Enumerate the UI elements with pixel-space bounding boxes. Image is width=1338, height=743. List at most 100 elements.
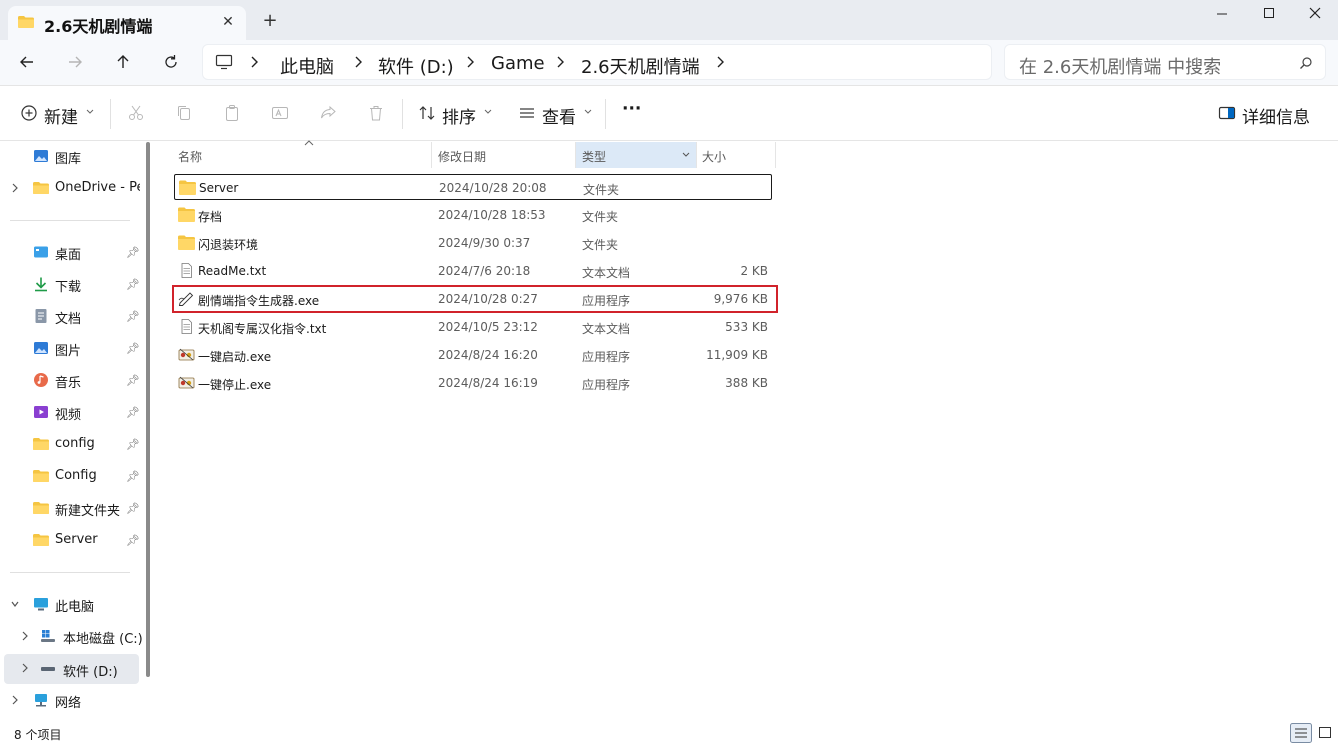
chevron-right-icon[interactable] (465, 53, 477, 71)
column-header-type[interactable]: 类型 (576, 142, 696, 168)
pin-icon: 📌︎ (126, 470, 140, 483)
new-button[interactable]: 新建 (14, 87, 98, 141)
search-box[interactable]: 在 2.6天机剧情端 中搜索 (1004, 44, 1326, 80)
chevron-down-icon[interactable] (10, 598, 20, 610)
sidebar-item-documents[interactable]: 文档 📌︎ (0, 302, 140, 330)
file-type: 文本文档 (582, 322, 631, 336)
search-icon[interactable] (1299, 56, 1313, 70)
toolbar-divider (605, 99, 606, 129)
close-window-icon[interactable] (1303, 4, 1327, 24)
sidebar-divider (10, 572, 130, 573)
sidebar-item-drive-c[interactable]: 本地磁盘 (C:) (0, 622, 143, 650)
back-arrow-icon[interactable] (13, 48, 41, 76)
sidebar-item-videos[interactable]: 视频 📌︎ (0, 398, 140, 426)
app-pen-icon (178, 292, 194, 306)
address-bar[interactable]: 此电脑 软件 (D:) Game 2.6天机剧情端 (202, 44, 992, 80)
chevron-down-icon[interactable] (682, 152, 690, 158)
chevron-right-icon[interactable] (249, 53, 261, 71)
sidebar-item-pictures[interactable]: 图片 📌︎ (0, 334, 140, 362)
sort-button[interactable]: 排序 (414, 87, 498, 141)
rename-icon[interactable] (271, 104, 289, 122)
table-row[interactable]: 存档 2024/10/28 18:53 文件夹 (174, 202, 772, 228)
chevron-right-icon[interactable] (10, 182, 20, 194)
close-tab-icon[interactable]: ✕ (218, 12, 238, 32)
minimize-icon[interactable] (1210, 4, 1234, 24)
chevron-right-icon[interactable] (715, 53, 727, 71)
sidebar-scrollbar[interactable] (146, 142, 150, 677)
chevron-right-icon[interactable] (10, 694, 20, 706)
breadcrumb-current-folder[interactable]: 2.6天机剧情端 (581, 53, 700, 79)
sidebar-item-config[interactable]: config 📌︎ (0, 430, 140, 458)
status-bar: 8 个项目 (0, 722, 1338, 743)
sidebar-item-music[interactable]: 音乐 📌︎ (0, 366, 140, 394)
copy-icon[interactable] (175, 104, 193, 122)
sidebar-item-network[interactable]: 网络 (0, 686, 140, 714)
download-icon (35, 277, 47, 292)
table-row[interactable]: 闪退装环境 2024/9/30 0:37 文件夹 (174, 230, 772, 256)
forward-arrow-icon[interactable] (61, 48, 89, 76)
file-date: 2024/10/28 18:53 (438, 208, 546, 222)
sidebar-item-drive-d[interactable]: 软件 (D:) (4, 654, 139, 684)
table-row[interactable]: ReadMe.txt 2024/7/6 20:18 文本文档 2 KB (174, 258, 772, 284)
file-date: 2024/8/24 16:20 (438, 348, 538, 362)
column-divider[interactable] (431, 142, 432, 168)
tab-current-folder[interactable]: 2.6天机剧情端 ✕ (8, 6, 246, 40)
item-count: 8 个项目 (14, 728, 62, 742)
more-options-button[interactable]: ··· (622, 99, 641, 119)
refresh-icon[interactable] (157, 48, 185, 76)
table-row[interactable]: 一键停止.exe 2024/8/24 16:19 应用程序 388 KB (174, 370, 772, 396)
new-tab-button[interactable]: + (260, 12, 280, 32)
sidebar-divider (10, 220, 130, 221)
column-divider[interactable] (775, 142, 776, 168)
paste-icon[interactable] (223, 104, 241, 122)
sidebar-item-gallery[interactable]: 图库 (0, 142, 140, 170)
sidebar-item-new-folder[interactable]: 新建文件夹 ( 📌︎ (0, 494, 140, 522)
view-button[interactable]: 查看 (514, 87, 598, 141)
sidebar-item-label: 网络 (55, 696, 82, 711)
folder-icon (179, 180, 196, 195)
breadcrumb-drive-d[interactable]: 软件 (D:) (378, 53, 454, 79)
details-pane-button[interactable]: 详细信息 (1216, 87, 1326, 141)
breadcrumb-game[interactable]: Game (491, 53, 545, 74)
sidebar-item-label: Config (55, 468, 97, 483)
table-row[interactable]: 一键启动.exe 2024/8/24 16:20 应用程序 11,909 KB (174, 342, 772, 368)
sidebar-item-this-pc[interactable]: 此电脑 (0, 590, 140, 618)
search-input[interactable]: 在 2.6天机剧情端 中搜索 (1019, 53, 1221, 79)
details-view-icon[interactable] (1290, 723, 1312, 743)
sidebar-item-onedrive[interactable]: OneDrive - Per (0, 174, 140, 202)
toolbar-divider (110, 99, 111, 129)
share-icon[interactable] (319, 104, 337, 122)
chevron-right-icon[interactable] (20, 630, 30, 642)
chevron-right-icon[interactable] (20, 662, 30, 674)
folder-icon (18, 16, 34, 28)
breadcrumb-this-pc[interactable]: 此电脑 (280, 53, 334, 79)
column-header-name[interactable]: 名称 (178, 142, 428, 168)
delete-icon[interactable] (367, 104, 385, 122)
details-label: 详细信息 (1242, 108, 1310, 128)
desktop-icon (34, 246, 48, 258)
table-row[interactable]: 天机阁专属汉化指令.txt 2024/10/5 23:12 文本文档 533 K… (174, 314, 772, 340)
chevron-right-icon[interactable] (555, 53, 567, 71)
sidebar-item-label: 软件 (D:) (63, 665, 118, 680)
maximize-icon[interactable] (1257, 4, 1281, 24)
folder-icon (33, 470, 49, 482)
sidebar-item-downloads[interactable]: 下载 📌︎ (0, 270, 140, 298)
file-size: 533 KB (725, 320, 768, 334)
sidebar-item-config-upper[interactable]: Config 📌︎ (0, 462, 140, 490)
up-arrow-icon[interactable] (109, 48, 137, 76)
file-name: 一键启动.exe (198, 350, 272, 364)
table-row[interactable]: 剧情端指令生成器.exe 2024/10/28 0:27 应用程序 9,976 … (174, 286, 772, 312)
column-header-size[interactable]: 大小 (702, 142, 774, 168)
tiles-view-icon[interactable] (1314, 723, 1336, 743)
cut-icon[interactable] (127, 104, 145, 122)
column-date-label: 修改日期 (438, 150, 487, 164)
table-row[interactable]: Server 2024/10/28 20:08 文件夹 (174, 174, 772, 200)
column-header-date[interactable]: 修改日期 (438, 142, 574, 168)
sidebar-item-server[interactable]: Server 📌︎ (0, 526, 140, 554)
app-icon (178, 376, 195, 389)
sidebar-item-label: config (55, 436, 95, 451)
column-divider[interactable] (696, 142, 697, 168)
sidebar-item-desktop[interactable]: 桌面 📌︎ (0, 238, 140, 266)
file-date: 2024/10/28 0:27 (438, 292, 538, 306)
chevron-right-icon[interactable] (353, 53, 365, 71)
